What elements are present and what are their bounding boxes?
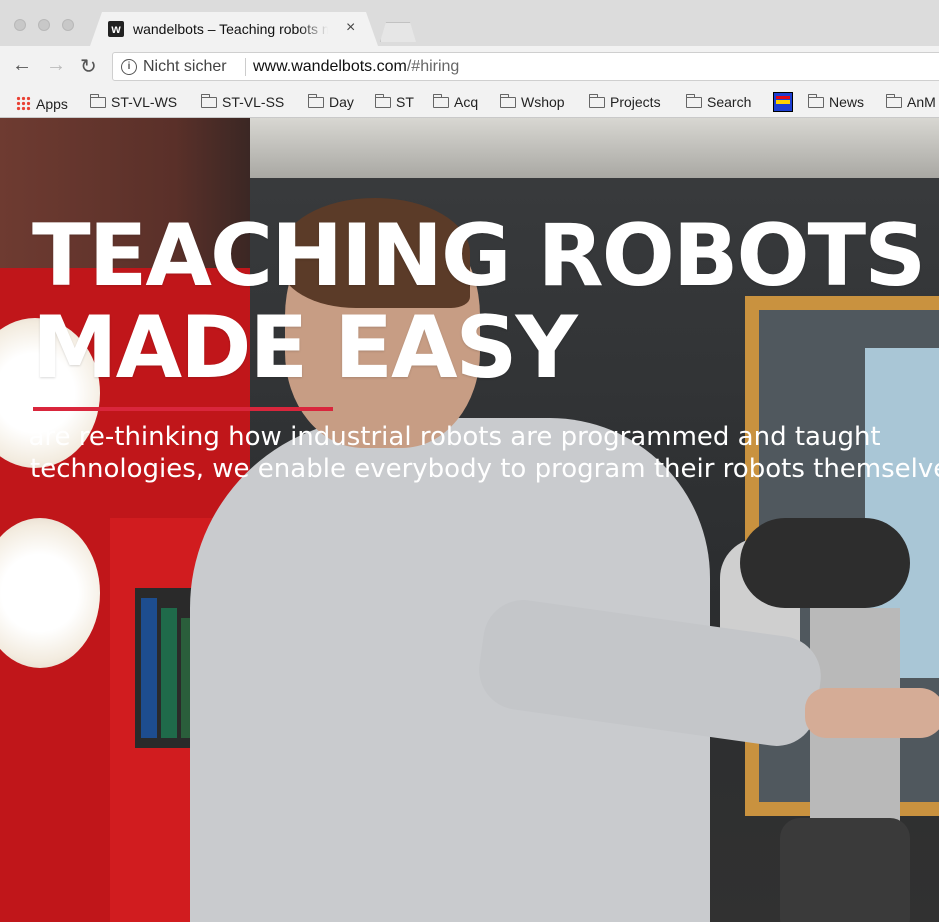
minimize-window-button[interactable] <box>38 19 50 31</box>
bookmark-label: Day <box>329 94 354 110</box>
address-bar[interactable]: i Nicht sicher www.wandelbots.com/#hirin… <box>112 52 939 81</box>
bookmark-day[interactable]: Day <box>307 94 354 110</box>
bookmark-anm[interactable]: AnM <box>885 94 936 110</box>
folder-icon <box>374 94 391 108</box>
omnibox-separator <box>245 58 246 76</box>
bookmark-news[interactable]: News <box>807 94 865 110</box>
bookmark-apps[interactable]: Apps <box>16 94 68 112</box>
browser-tab-active[interactable]: w wandelbots – Teaching robots made easy… <box>90 12 378 46</box>
bookmark-projects[interactable]: Projects <box>588 94 661 110</box>
apps-grid-icon <box>16 96 31 111</box>
folder-icon <box>685 94 702 108</box>
bookmark-label: News <box>829 94 865 110</box>
folder-icon <box>807 94 824 108</box>
bookmark-st-vl-ws[interactable]: ST-VL-WS <box>89 94 178 110</box>
folder-icon <box>588 94 605 108</box>
url-host: www.wandelbots.com <box>253 58 407 75</box>
url-path: /#hiring <box>406 58 460 75</box>
flag-icon[interactable] <box>773 92 793 112</box>
bookmarks-bar: Apps ST-VL-WS ST-VL-SS Day ST Acq Wshop … <box>0 88 939 118</box>
bookmark-label: ST <box>396 94 414 110</box>
hero-section: TEACHING ROBOTS MADE EASY We are re-thin… <box>0 118 939 922</box>
info-icon[interactable]: i <box>121 59 137 75</box>
folder-icon <box>432 94 449 108</box>
close-window-button[interactable] <box>14 19 26 31</box>
wandelbots-favicon-icon: w <box>108 21 124 37</box>
bookmark-label: Acq <box>454 94 479 110</box>
tab-strip: w wandelbots – Teaching robots made easy… <box>0 0 939 46</box>
tab-title: wandelbots – Teaching robots made easy <box>133 21 328 37</box>
folder-icon <box>307 94 324 108</box>
bookmark-label: Apps <box>36 96 68 112</box>
bookmark-label: ST-VL-SS <box>222 94 285 110</box>
hero-subtitle: We are re-thinking how industrial robots… <box>30 421 939 485</box>
hero-subtitle-line-1: We are re-thinking how industrial robots… <box>30 422 881 452</box>
zoom-window-button[interactable] <box>62 19 74 31</box>
bookmark-label: AnM <box>907 94 936 110</box>
folder-icon <box>885 94 902 108</box>
hero-headline: TEACHING ROBOTS MADE EASY <box>32 206 926 398</box>
security-status[interactable]: Nicht sicher <box>143 58 227 76</box>
folder-icon <box>499 94 516 108</box>
bookmark-st[interactable]: ST <box>374 94 414 110</box>
browser-toolbar: ← → ↻ i Nicht sicher www.wandelbots.com/… <box>0 46 939 88</box>
new-tab-button[interactable] <box>380 22 416 42</box>
hero-headline-line-2: MADE EASY <box>32 298 578 398</box>
bookmark-search[interactable]: Search <box>685 94 752 110</box>
url-text[interactable]: www.wandelbots.com/#hiring <box>253 58 459 76</box>
reload-icon[interactable]: ↻ <box>80 54 97 79</box>
folder-icon <box>200 94 217 108</box>
hero-subtitle-line-2: technologies, we enable everybody to pro… <box>30 454 939 484</box>
bookmark-acq[interactable]: Acq <box>432 94 479 110</box>
hero-photo-person-hand <box>805 688 939 738</box>
close-tab-icon[interactable]: × <box>346 19 355 37</box>
bookmark-label: Wshop <box>521 94 565 110</box>
bookmark-st-vl-ss[interactable]: ST-VL-SS <box>200 94 285 110</box>
back-arrow-icon[interactable]: ← <box>12 54 32 77</box>
hero-headline-line-1: TEACHING ROBOTS <box>32 206 926 306</box>
hero-photo-book <box>141 598 157 738</box>
hero-accent-line <box>33 407 333 411</box>
bookmark-label: Search <box>707 94 752 110</box>
bookmark-label: Projects <box>610 94 661 110</box>
folder-icon <box>89 94 106 108</box>
hero-photo-book <box>161 608 177 738</box>
forward-arrow-icon[interactable]: → <box>46 54 66 77</box>
bookmark-wshop[interactable]: Wshop <box>499 94 565 110</box>
bookmark-label: ST-VL-WS <box>111 94 178 110</box>
